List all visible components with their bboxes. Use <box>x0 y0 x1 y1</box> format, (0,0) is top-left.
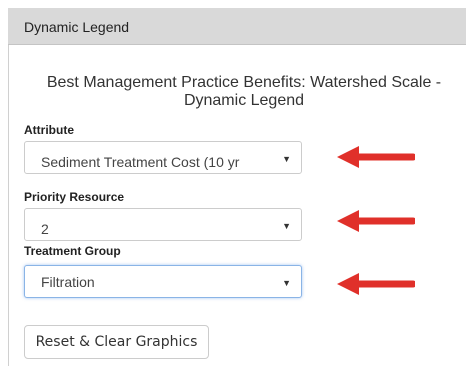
priority-resource-select-value: 2 <box>41 221 49 237</box>
treatment-group-select[interactable]: Filtration ▼ <box>24 265 302 298</box>
attribute-select[interactable]: Sediment Treatment Cost (10 yr ▼ <box>24 141 302 174</box>
chevron-down-icon: ▼ <box>282 154 291 164</box>
reset-clear-graphics-button[interactable]: Reset & Clear Graphics <box>24 325 209 359</box>
chevron-down-icon: ▼ <box>282 278 291 288</box>
legend-title: Best Management Practice Benefits: Water… <box>46 74 442 109</box>
panel-left-border <box>8 8 9 366</box>
attribute-select-value: Sediment Treatment Cost (10 yr <box>41 154 240 170</box>
treatment-group-label: Treatment Group <box>24 244 121 258</box>
panel-title: Dynamic Legend <box>24 19 130 35</box>
red-arrow-icon <box>337 146 415 168</box>
chevron-down-icon: ▼ <box>282 221 291 231</box>
panel-header: Dynamic Legend <box>8 8 466 45</box>
red-arrow-icon <box>337 273 415 295</box>
red-arrow-icon <box>337 210 415 232</box>
treatment-group-select-value: Filtration <box>41 274 95 290</box>
attribute-label: Attribute <box>24 123 74 137</box>
priority-resource-select[interactable]: 2 ▼ <box>24 208 302 241</box>
priority-resource-label: Priority Resource <box>24 190 125 204</box>
